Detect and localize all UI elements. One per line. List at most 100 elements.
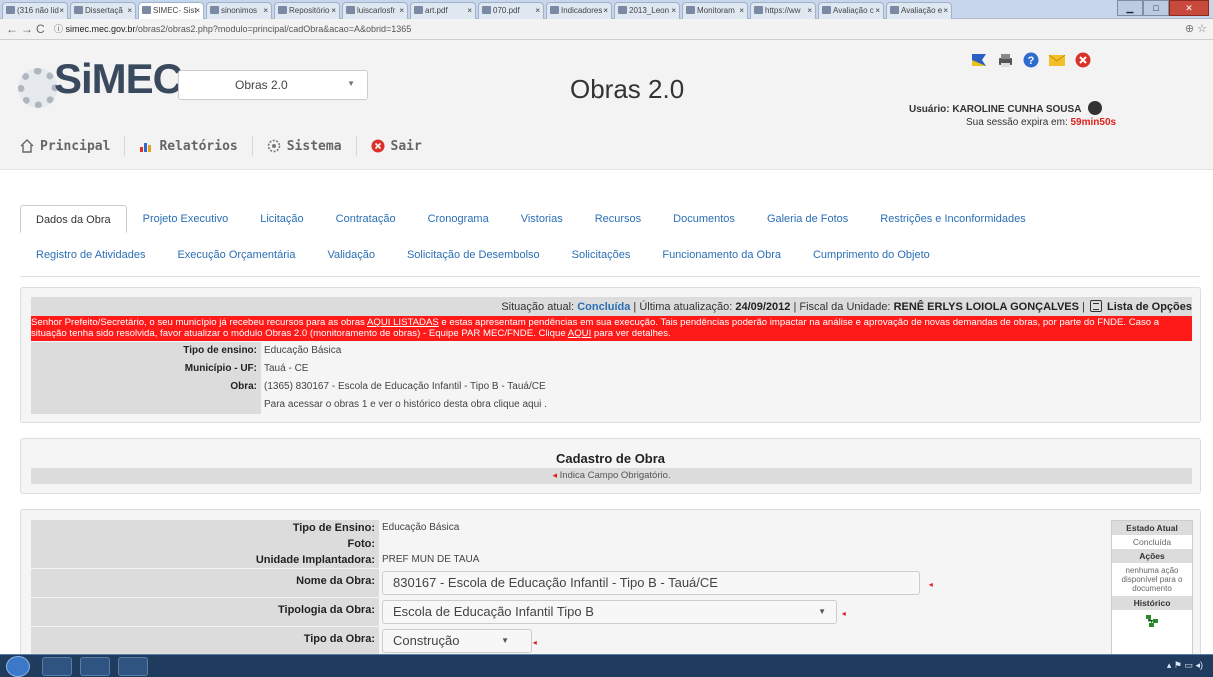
- tab-close-icon[interactable]: ×: [331, 6, 336, 15]
- tab-licitacao[interactable]: Licitação: [244, 205, 319, 233]
- browser-tab-label: 070.pdf: [493, 6, 520, 15]
- form-row-tipo-ensino: Tipo de Ensino: Educação Básica: [31, 520, 1096, 536]
- browser-tab[interactable]: https://ww ×: [750, 2, 816, 19]
- nome-obra-input[interactable]: 830167 - Escola de Educação Infantil - T…: [382, 571, 920, 595]
- tab-execucao-orcamentaria[interactable]: Execução Orçamentária: [161, 241, 311, 269]
- history-tree-icon[interactable]: [1146, 615, 1158, 627]
- tab-registro-de-atividades[interactable]: Registro de Atividades: [20, 241, 161, 269]
- menu-item-relatorios[interactable]: Relatórios: [139, 136, 253, 156]
- info-tipo-ensino: Tipo de ensino: Educação Básica: [31, 342, 1192, 360]
- tab-close-icon[interactable]: ×: [739, 6, 744, 15]
- tipologia-select[interactable]: Escola de Educação Infantil Tipo B ▼: [382, 600, 837, 624]
- tray-icons[interactable]: ▴ ⚑ ▭ ◂): [1167, 660, 1203, 671]
- tab-close-icon[interactable]: ×: [195, 6, 200, 15]
- list-icon[interactable]: [1089, 300, 1102, 312]
- browser-tab[interactable]: 2013_Leon ×: [614, 2, 680, 19]
- tab-close-icon[interactable]: ×: [59, 6, 64, 15]
- tab-close-icon[interactable]: ×: [671, 6, 676, 15]
- tab-close-icon[interactable]: ×: [875, 6, 880, 15]
- lista-opcoes-link[interactable]: Lista de Opções: [1107, 301, 1192, 313]
- tab-solicitacao-de-desembolso[interactable]: Solicitação de Desembolso: [391, 241, 556, 269]
- tab-close-icon[interactable]: ×: [263, 6, 268, 15]
- home-icon: [20, 139, 34, 153]
- tab-cronograma[interactable]: Cronograma: [412, 205, 505, 233]
- tab-solicitacoes[interactable]: Solicitações: [556, 241, 647, 269]
- tab-close-icon[interactable]: ×: [807, 6, 812, 15]
- tab-close-icon[interactable]: ×: [127, 6, 132, 15]
- tab-close-icon[interactable]: ×: [535, 6, 540, 15]
- users-icon[interactable]: [1087, 101, 1102, 115]
- tab-funcionamento-da-obra[interactable]: Funcionamento da Obra: [646, 241, 797, 269]
- form-row-foto: Foto:: [31, 536, 1096, 552]
- browser-tab[interactable]: art.pdf ×: [410, 2, 476, 19]
- menu-item-principal[interactable]: Principal: [20, 136, 126, 156]
- favicon-icon: [142, 6, 151, 14]
- info-label: Município - UF:: [31, 360, 261, 378]
- acesso-obras1-link[interactable]: Para acessar o obras 1 e ver o histórico…: [261, 396, 1192, 414]
- tab-close-icon[interactable]: ×: [399, 6, 404, 15]
- start-button[interactable]: [6, 656, 30, 677]
- browser-tab[interactable]: 070.pdf ×: [478, 2, 544, 19]
- url-field[interactable]: ⓘ simec.mec.gov.br/obras2/obras2.php?mod…: [54, 22, 411, 35]
- tipo-obra-select[interactable]: Construção ▼: [382, 629, 532, 653]
- maximize-button[interactable]: □: [1143, 0, 1169, 16]
- tab-close-icon[interactable]: ×: [943, 6, 948, 15]
- taskbar-chrome-icon[interactable]: [80, 657, 110, 676]
- tab-cumprimento-do-objeto[interactable]: Cumprimento do Objeto: [797, 241, 946, 269]
- back-icon[interactable]: ←: [6, 22, 18, 36]
- browser-tab[interactable]: (316 não lid ×: [2, 2, 68, 19]
- form-row-tipologia: Tipologia da Obra: Escola de Educação In…: [31, 598, 1096, 626]
- taskbar-word-icon[interactable]: [118, 657, 148, 676]
- browser-tab[interactable]: SIMEC- Sist ×: [138, 2, 204, 20]
- tab-restricoes-e-inconformidades[interactable]: Restrições e Inconformidades: [864, 205, 1042, 233]
- browser-tab[interactable]: luiscarlosfr ×: [342, 2, 408, 19]
- browser-tab-label: (316 não lid: [17, 6, 59, 15]
- tab-recursos[interactable]: Recursos: [579, 205, 657, 233]
- browser-tab[interactable]: Dissertaçã ×: [70, 2, 136, 19]
- alert-link-listadas[interactable]: AQUI LISTADAS: [367, 317, 439, 328]
- reload-icon[interactable]: C: [36, 22, 45, 36]
- tab-vistorias[interactable]: Vistorias: [505, 205, 579, 233]
- alert-link-aqui[interactable]: AQUI: [568, 328, 591, 339]
- situacao-value[interactable]: Concluída: [577, 301, 630, 313]
- report-icon: [140, 143, 152, 152]
- minimize-button[interactable]: ▁: [1117, 0, 1143, 16]
- browser-tab-label: Avaliação e: [901, 6, 943, 15]
- tab-projeto-executivo[interactable]: Projeto Executivo: [127, 205, 245, 233]
- forward-icon[interactable]: →: [21, 22, 33, 36]
- tab-dados-da-obra[interactable]: Dados da Obra: [20, 205, 127, 233]
- menu-item-sair[interactable]: Sair: [371, 136, 436, 156]
- simec-logo[interactable]: SiMEC: [18, 50, 183, 110]
- browser-tab-label: 2013_Leon: [629, 6, 670, 15]
- help-icon[interactable]: ?: [1022, 52, 1040, 68]
- browser-tab[interactable]: Avaliação c ×: [818, 2, 884, 19]
- window-close-button[interactable]: ✕: [1169, 0, 1209, 16]
- alert-text-1: Senhor Prefeito/Secretário, o seu municí…: [31, 317, 367, 328]
- menu-item-sistema[interactable]: Sistema: [267, 136, 357, 156]
- close-icon[interactable]: [1074, 52, 1092, 68]
- field-label: Nome da Obra:: [31, 569, 379, 597]
- tab-row-1: Dados da Obra Projeto Executivo Licitação C…: [20, 205, 1042, 233]
- tab-contratacao[interactable]: Contratação: [320, 205, 412, 233]
- mail-icon[interactable]: [1048, 52, 1066, 68]
- tab-validacao[interactable]: Validação: [311, 241, 391, 269]
- acoes-value: nenhuma ação disponível para o documento: [1121, 566, 1183, 593]
- taskbar-ie-icon[interactable]: [42, 657, 72, 676]
- zoom-star-icons[interactable]: ⊕ ☆: [1185, 22, 1207, 35]
- obra-tabs: Dados da Obra Projeto Executivo Licitação C…: [20, 203, 1200, 277]
- flag-icon[interactable]: [970, 52, 988, 68]
- tab-documentos[interactable]: Documentos: [657, 205, 751, 233]
- form-row-unidade: Unidade Implantadora: PREF MUN DE TAUA: [31, 552, 1096, 568]
- browser-tab[interactable]: sinonimos ×: [206, 2, 272, 19]
- tab-galeria-de-fotos[interactable]: Galeria de Fotos: [751, 205, 864, 233]
- tab-close-icon[interactable]: ×: [603, 6, 608, 15]
- tab-close-icon[interactable]: ×: [467, 6, 472, 15]
- browser-tab[interactable]: Avaliação e ×: [886, 2, 952, 19]
- browser-tab[interactable]: Indicadores ×: [546, 2, 612, 19]
- favicon-icon: [346, 6, 355, 14]
- module-select[interactable]: Obras 2.0 ▼: [178, 70, 368, 100]
- chevron-down-icon: ▼: [347, 79, 355, 88]
- browser-tab[interactable]: Monitoram ×: [682, 2, 748, 19]
- browser-tab[interactable]: Repositório ×: [274, 2, 340, 19]
- printer-icon[interactable]: [996, 52, 1014, 68]
